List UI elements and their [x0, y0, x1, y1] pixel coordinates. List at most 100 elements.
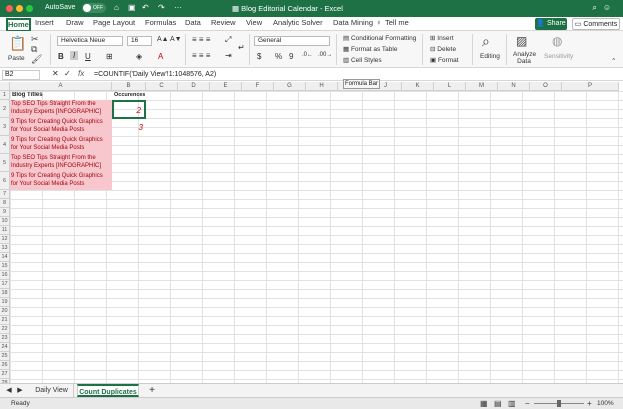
prev-sheet-icon[interactable]: ◀	[4, 384, 14, 397]
zoom-slider-thumb[interactable]	[557, 400, 561, 407]
tab-insert[interactable]: Insert	[35, 18, 54, 27]
tab-data-mining[interactable]: Data Mining	[333, 18, 373, 27]
analyze-data-icon[interactable]: ▨	[516, 34, 527, 48]
next-sheet-icon[interactable]: ▶	[15, 384, 25, 397]
font-grow-icon[interactable]: A▲	[157, 36, 169, 43]
comma-icon[interactable]: 9	[289, 52, 293, 61]
font-color-icon[interactable]: A	[158, 52, 163, 61]
paste-icon[interactable]: 📋	[9, 35, 26, 52]
enter-icon[interactable]: ✓	[64, 69, 71, 78]
column-header-m[interactable]: M	[466, 82, 498, 91]
tab-formulas[interactable]: Formulas	[145, 18, 176, 27]
format-painter-icon[interactable]: 🖌	[31, 54, 42, 65]
cell-a3[interactable]: 9 Tips for Creating Quick Graphics for Y…	[10, 118, 112, 136]
tab-draw[interactable]: Draw	[66, 18, 84, 27]
row-header-16[interactable]: 16	[0, 271, 10, 280]
page-layout-view-icon[interactable]: ▤	[494, 399, 502, 408]
font-size-select[interactable]: 16	[127, 36, 152, 46]
share-button[interactable]: 👤 Share	[535, 18, 567, 30]
formula-input[interactable]: =COUNTIF('Daily View'!1:1048576, A2)	[94, 71, 216, 78]
cell-b3[interactable]: 3	[112, 119, 146, 137]
row-header-25[interactable]: 25	[0, 352, 10, 361]
cell-b2[interactable]: 2	[112, 100, 146, 119]
format-button[interactable]: ▣ Format	[430, 56, 459, 64]
function-icon[interactable]: fx	[78, 69, 84, 78]
column-header-d[interactable]: D	[178, 82, 210, 91]
tell-me-field[interactable]: Tell me	[385, 18, 409, 27]
increase-decimal-icon[interactable]: .0←	[302, 52, 313, 58]
cell-a6[interactable]: 9 Tips for Creating Quick Graphics for Y…	[10, 172, 112, 190]
italic-button[interactable]: I	[70, 51, 79, 60]
undo-icon[interactable]: ↶	[142, 3, 149, 12]
font-name-select[interactable]: Helvetica Neue	[57, 36, 123, 46]
emoji-icon[interactable]: ☺	[603, 3, 617, 12]
select-all-corner[interactable]	[0, 82, 10, 91]
row-header-24[interactable]: 24	[0, 343, 10, 352]
cell-a4[interactable]: 9 Tips for Creating Quick Graphics for Y…	[10, 136, 112, 154]
column-header-k[interactable]: K	[402, 82, 434, 91]
row-header-4[interactable]: 4	[0, 136, 10, 154]
orientation-icon[interactable]: ⤢	[225, 35, 231, 45]
decrease-decimal-icon[interactable]: .00→	[318, 52, 332, 58]
search-icon[interactable]: ⌕	[592, 3, 602, 12]
column-header-p[interactable]: P	[562, 82, 619, 91]
analyze-data-button[interactable]: Analyze Data	[513, 51, 536, 65]
row-header-15[interactable]: 15	[0, 262, 10, 271]
indent-icon[interactable]: ⇥	[225, 51, 232, 60]
sheet-tab-daily-view[interactable]: Daily View	[30, 384, 74, 397]
row-header-21[interactable]: 21	[0, 316, 10, 325]
row-header-23[interactable]: 23	[0, 334, 10, 343]
cancel-icon[interactable]: ✕	[52, 69, 59, 78]
collapse-ribbon-icon[interactable]: ⌃	[611, 57, 616, 65]
sensitivity-button[interactable]: Sensitivity	[544, 53, 573, 60]
more-icon[interactable]: ···	[174, 3, 182, 12]
column-header-f[interactable]: F	[242, 82, 274, 91]
borders-icon[interactable]: ⊞	[106, 52, 113, 61]
column-header-c[interactable]: C	[146, 82, 178, 91]
row-header-14[interactable]: 14	[0, 253, 10, 262]
row-header-7[interactable]: 7	[0, 190, 10, 199]
editing-button[interactable]: Editing	[480, 53, 500, 60]
row-header-5[interactable]: 5	[0, 154, 10, 172]
row-header-18[interactable]: 18	[0, 289, 10, 298]
autosave-toggle[interactable]: OFF	[82, 3, 106, 13]
zoom-in-icon[interactable]: +	[587, 399, 592, 408]
column-header-e[interactable]: E	[210, 82, 242, 91]
redo-icon[interactable]: ↷	[158, 3, 165, 12]
column-header-o[interactable]: O	[530, 82, 562, 91]
conditional-formatting-button[interactable]: ▤ Conditional Formatting	[343, 34, 416, 42]
align-top-icon[interactable]: ≡ ≡ ≡	[192, 35, 210, 44]
cell-a2[interactable]: Top SEO Tips Straight From the Industry …	[10, 100, 112, 118]
cell-styles-button[interactable]: ▥ Cell Styles	[343, 56, 382, 64]
wrap-text-icon[interactable]: ↵	[238, 43, 245, 52]
tab-view[interactable]: View	[246, 18, 262, 27]
row-header-2[interactable]: 2	[0, 100, 10, 118]
row-header-9[interactable]: 9	[0, 208, 10, 217]
underline-button[interactable]: U	[85, 52, 91, 61]
cell-a5[interactable]: Top SEO Tips Straight From the Industry …	[10, 154, 112, 172]
row-header-20[interactable]: 20	[0, 307, 10, 316]
sheet-tab-count-duplicates[interactable]: Count Duplicates	[77, 384, 139, 397]
cell-b1[interactable]: Occurences	[113, 92, 145, 100]
maximize-window-button[interactable]	[26, 5, 33, 12]
zoom-out-icon[interactable]: −	[525, 399, 530, 408]
tab-page-layout[interactable]: Page Layout	[93, 18, 135, 27]
tab-analytic-solver[interactable]: Analytic Solver	[273, 18, 323, 27]
currency-icon[interactable]: $	[257, 52, 261, 61]
row-header-12[interactable]: 12	[0, 235, 10, 244]
page-break-view-icon[interactable]: ▥	[508, 399, 516, 408]
fill-color-icon[interactable]: ◈	[136, 52, 142, 61]
percent-icon[interactable]: %	[275, 52, 282, 61]
delete-button[interactable]: ⊟ Delete	[430, 45, 456, 53]
normal-view-icon[interactable]: ▦	[480, 399, 488, 408]
number-format-select[interactable]: General	[254, 36, 330, 46]
align-left-icon[interactable]: ≡ ≡ ≡	[192, 51, 210, 60]
insert-button[interactable]: ⊞ Insert	[430, 34, 454, 42]
column-header-l[interactable]: L	[434, 82, 466, 91]
row-header-1[interactable]: 1	[0, 91, 10, 100]
row-header-19[interactable]: 19	[0, 298, 10, 307]
cell-a1[interactable]: Blog Titles	[11, 92, 111, 100]
find-icon[interactable]: ⌕	[482, 33, 490, 50]
column-header-g[interactable]: G	[274, 82, 306, 91]
add-sheet-icon[interactable]: +	[146, 384, 158, 397]
